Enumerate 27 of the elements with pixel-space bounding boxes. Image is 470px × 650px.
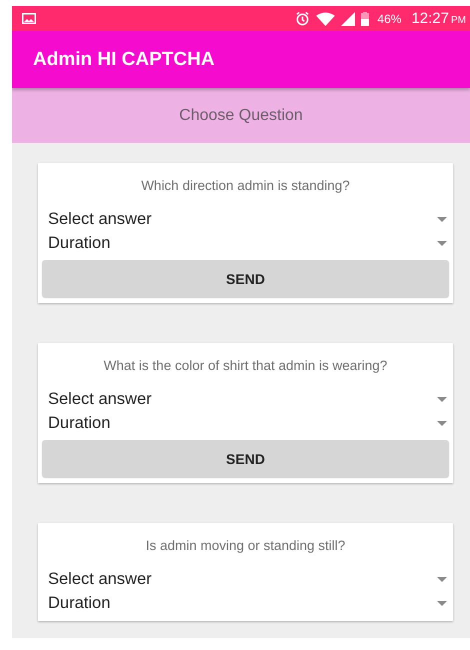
question-text: Which direction admin is standing?	[140, 178, 351, 193]
header-title: Choose Question	[179, 106, 303, 124]
clock-time: 12:27	[411, 10, 449, 27]
app-title: Admin HI CAPTCHA	[33, 48, 215, 70]
image-icon	[22, 13, 36, 24]
wifi-icon	[316, 12, 336, 26]
caret-icon	[437, 396, 447, 402]
caret-icon	[437, 420, 447, 426]
question-text: What is the color of shirt that admin is wearing?	[102, 358, 388, 373]
caret-icon	[437, 216, 447, 222]
battery-percent: 46%	[377, 12, 402, 26]
clock-period: PM	[451, 14, 466, 26]
caret-icon	[437, 576, 447, 582]
answer-dropdown[interactable]: Select answer	[42, 207, 449, 231]
answer-dropdown[interactable]: Select answer	[42, 567, 449, 591]
send-button[interactable]: SEND	[42, 440, 449, 477]
signal-icon	[341, 12, 356, 26]
caret-icon	[437, 240, 447, 246]
alarm-clock-icon	[295, 11, 310, 26]
duration-dropdown[interactable]: Duration	[42, 591, 449, 615]
duration-dropdown[interactable]: Duration	[42, 231, 449, 255]
answer-dropdown[interactable]: Select answer	[42, 387, 449, 411]
question-text: Is admin moving or standing still?	[144, 538, 346, 553]
battery-icon	[361, 12, 370, 26]
duration-dropdown[interactable]: Duration	[42, 411, 449, 435]
caret-icon	[437, 600, 447, 606]
send-button[interactable]: SEND	[42, 260, 449, 297]
